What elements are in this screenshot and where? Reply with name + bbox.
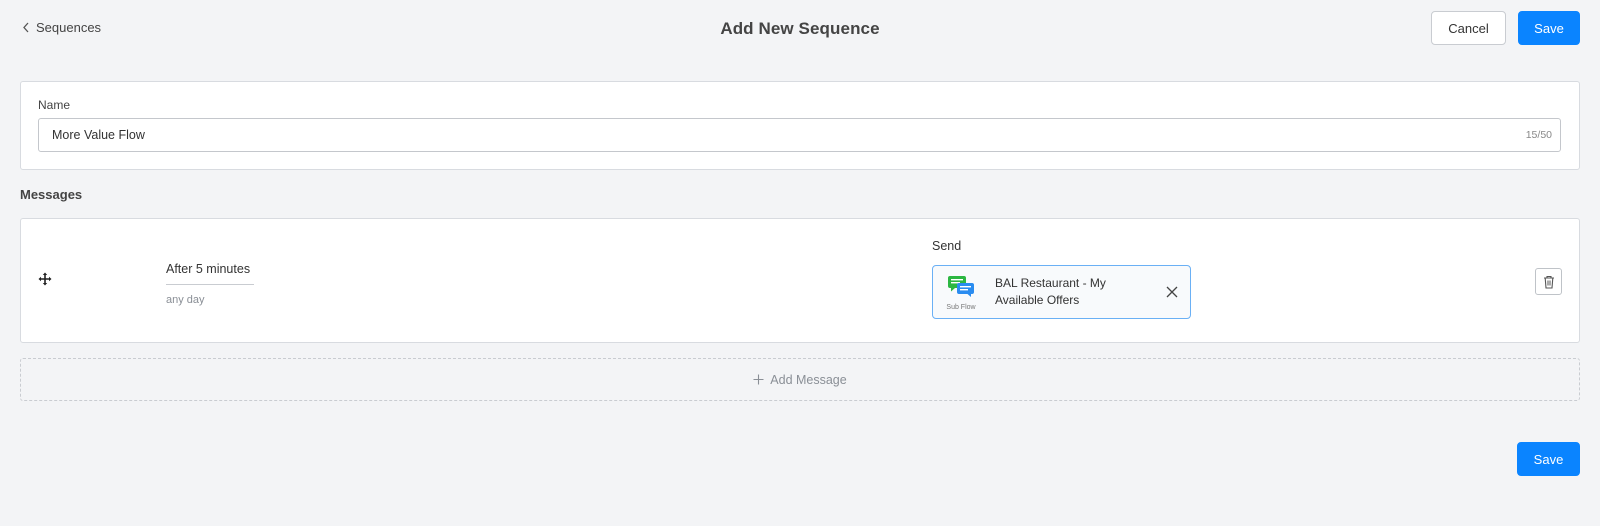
name-input-wrapper: 15/50 xyxy=(38,118,1561,152)
cancel-button[interactable]: Cancel xyxy=(1431,11,1506,45)
sub-flow-name: BAL Restaurant - My Available Offers xyxy=(995,276,1106,307)
page-title: Add New Sequence xyxy=(720,19,880,38)
sub-flow-type-label: Sub Flow xyxy=(946,304,976,311)
sub-flow-icon xyxy=(948,276,974,297)
name-label: Name xyxy=(38,98,71,112)
move-handle-icon[interactable] xyxy=(38,272,52,286)
page-header: Sequences Add New Sequence Cancel Save xyxy=(0,0,1600,60)
add-message-label: Add Message xyxy=(770,372,847,387)
name-input[interactable] xyxy=(39,119,1479,151)
save-button-bottom[interactable]: Save xyxy=(1517,442,1580,476)
add-message-button[interactable]: Add Message xyxy=(20,358,1580,401)
messages-heading: Messages xyxy=(20,187,83,202)
message-schedule: any day xyxy=(166,294,205,306)
plus-icon xyxy=(753,374,764,385)
delete-message-button[interactable] xyxy=(1535,268,1562,295)
name-section: Name 15/50 xyxy=(20,81,1580,170)
message-delay[interactable]: After 5 minutes xyxy=(166,262,254,285)
save-button-top[interactable]: Save xyxy=(1518,11,1580,45)
name-char-counter: 15/50 xyxy=(1525,129,1552,141)
message-item: After 5 minutes any day Send Sub Flow BA… xyxy=(20,218,1580,343)
send-label: Send xyxy=(932,239,962,253)
sub-flow-chip[interactable]: Sub Flow BAL Restaurant - My Available O… xyxy=(932,265,1191,319)
close-icon[interactable] xyxy=(1164,284,1180,300)
trash-icon xyxy=(1543,275,1554,289)
